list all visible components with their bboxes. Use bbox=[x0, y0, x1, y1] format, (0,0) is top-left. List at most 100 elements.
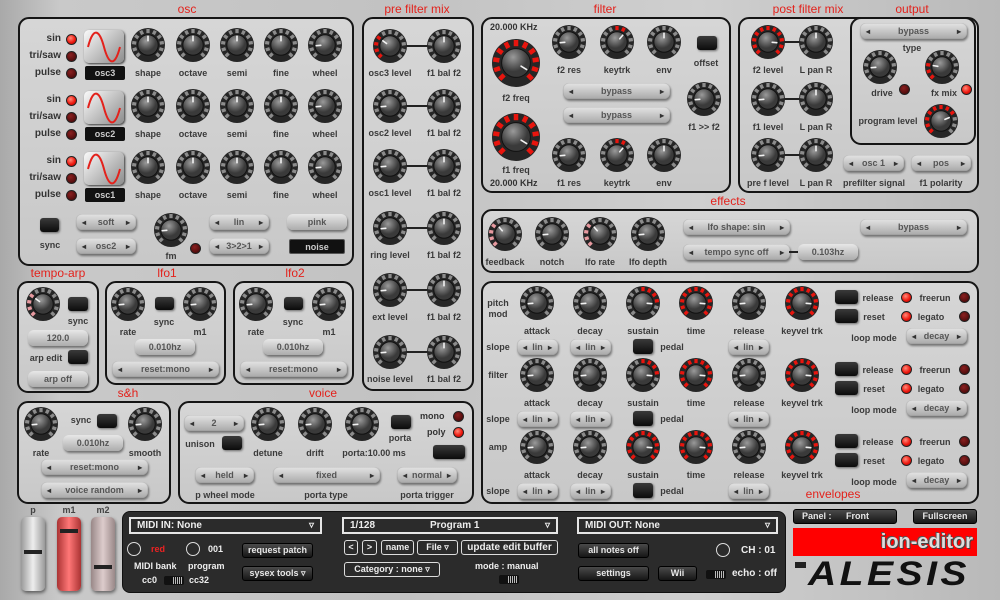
sustain-knob[interactable] bbox=[625, 429, 661, 465]
octave-knob[interactable] bbox=[175, 27, 211, 63]
arrow-right-icon[interactable]: ▸ bbox=[601, 415, 605, 424]
sh-reset-selector[interactable]: ◂ reset:mono ▸ bbox=[41, 459, 148, 475]
f1-bal-f2-knob[interactable] bbox=[426, 334, 462, 370]
decay-slope-selector[interactable]: ◂ lin ▸ bbox=[570, 483, 611, 499]
knob-graphic[interactable] bbox=[372, 272, 408, 308]
release-slope-selector[interactable]: ◂ lin ▸ bbox=[728, 411, 769, 427]
wave-pulse-led[interactable] bbox=[66, 190, 77, 201]
knob-graphic[interactable] bbox=[263, 149, 299, 185]
knob-graphic[interactable] bbox=[297, 406, 333, 442]
wave-tri-saw-led[interactable] bbox=[66, 51, 77, 62]
arrow-right-icon[interactable]: ▸ bbox=[548, 343, 552, 352]
osc-name-button[interactable]: osc2 bbox=[85, 127, 125, 141]
lfo2-m1-knob[interactable] bbox=[311, 286, 347, 322]
fullscreen-button[interactable]: Fullscreen bbox=[913, 509, 977, 524]
sustain-knob[interactable] bbox=[625, 285, 661, 321]
unison-button[interactable] bbox=[222, 436, 242, 450]
f1-polarity-selector[interactable]: ◂ pos ▸ bbox=[911, 155, 971, 171]
pedal-button[interactable] bbox=[633, 411, 653, 426]
time-knob[interactable] bbox=[678, 285, 714, 321]
lfo-rate-knob[interactable] bbox=[582, 216, 618, 252]
knob-graphic[interactable] bbox=[599, 137, 635, 173]
feedback-knob[interactable] bbox=[487, 216, 523, 252]
arrow-left-icon[interactable]: ◂ bbox=[523, 343, 527, 352]
wave-tri-saw-led[interactable] bbox=[66, 173, 77, 184]
release-slope-selector[interactable]: ◂ lin ▸ bbox=[728, 339, 769, 355]
channel-knob[interactable] bbox=[716, 543, 730, 557]
drift-knob[interactable] bbox=[297, 406, 333, 442]
attack-knob[interactable] bbox=[519, 285, 555, 321]
arrow-right-icon[interactable]: ▸ bbox=[759, 343, 763, 352]
f1-bal-f2-knob[interactable] bbox=[426, 88, 462, 124]
knob-graphic[interactable] bbox=[307, 88, 343, 124]
sh-mode-selector[interactable]: ◂ voice random ▸ bbox=[41, 482, 148, 498]
request-patch-button[interactable]: request patch bbox=[242, 543, 313, 558]
sync-mode-selector[interactable]: ◂ soft ▸ bbox=[76, 214, 136, 230]
f1-to-f2-knob[interactable] bbox=[686, 81, 722, 117]
midi-out-dropdown[interactable]: MIDI OUT: None ▿ bbox=[577, 517, 778, 534]
ext-level-knob[interactable] bbox=[372, 272, 408, 308]
knob-graphic[interactable] bbox=[182, 286, 218, 322]
knob-graphic[interactable] bbox=[551, 137, 587, 173]
prev-program-button[interactable]: < bbox=[344, 540, 358, 555]
porta-trigger-selector[interactable]: ◂ normal ▸ bbox=[397, 467, 457, 483]
tempo-field[interactable]: 120.0 bbox=[28, 330, 88, 346]
attack-slope-selector[interactable]: ◂ lin ▸ bbox=[517, 339, 558, 355]
arrow-right-icon[interactable]: ▸ bbox=[957, 404, 961, 413]
shape-knob[interactable] bbox=[130, 149, 166, 185]
knob-graphic[interactable] bbox=[572, 429, 608, 465]
wave-tri-saw-led[interactable] bbox=[66, 112, 77, 123]
pedal-button[interactable] bbox=[633, 339, 653, 354]
f1-bal-f2-knob[interactable] bbox=[426, 272, 462, 308]
knob-graphic[interactable] bbox=[311, 286, 347, 322]
freerun-led[interactable] bbox=[959, 436, 970, 447]
knob-graphic[interactable] bbox=[630, 216, 666, 252]
lfo-shape-selector[interactable]: ◂ lfo shape: sin ▸ bbox=[683, 219, 790, 235]
arrow-left-icon[interactable]: ◂ bbox=[734, 487, 738, 496]
f1-env-knob[interactable] bbox=[646, 137, 682, 173]
loop-mode-selector[interactable]: ◂ decay ▸ bbox=[906, 400, 967, 416]
f1-bal-f2-knob[interactable] bbox=[426, 148, 462, 184]
knob-graphic[interactable] bbox=[175, 27, 211, 63]
sustain-knob[interactable] bbox=[625, 357, 661, 393]
midi-in-dropdown[interactable]: MIDI IN: None ▿ bbox=[129, 517, 322, 534]
shape-knob[interactable] bbox=[130, 88, 166, 124]
porta-type-selector[interactable]: ◂ fixed ▸ bbox=[273, 467, 380, 483]
time-knob[interactable] bbox=[678, 357, 714, 393]
knob-graphic[interactable] bbox=[646, 137, 682, 173]
knob-graphic[interactable] bbox=[750, 24, 786, 60]
panel-select-button[interactable]: Panel : Front bbox=[793, 509, 897, 524]
pan-knob[interactable] bbox=[798, 137, 834, 173]
wave-pulse-led[interactable] bbox=[66, 129, 77, 140]
effects-type-selector[interactable]: ◂ bypass ▸ bbox=[860, 219, 967, 235]
fx-mix-knob[interactable] bbox=[924, 49, 960, 85]
sysex-tools-button[interactable]: sysex tools ▿ bbox=[242, 566, 313, 581]
mode-toggle[interactable] bbox=[499, 575, 519, 584]
arrow-right-icon[interactable]: ▸ bbox=[957, 332, 961, 341]
keyvel-trk-knob[interactable] bbox=[784, 357, 820, 393]
all-notes-off-button[interactable]: all notes off bbox=[578, 543, 649, 558]
f1-bal-f2-knob[interactable] bbox=[426, 28, 462, 64]
effects-rate-readout[interactable]: 0.103hz bbox=[798, 244, 858, 260]
knob-graphic[interactable] bbox=[491, 112, 541, 162]
lfo2-sync-button[interactable] bbox=[284, 297, 303, 310]
output-type-selector[interactable]: ◂ bypass ▸ bbox=[860, 23, 967, 39]
next-program-button[interactable]: > bbox=[362, 540, 377, 555]
knob-graphic[interactable] bbox=[750, 81, 786, 117]
knob-graphic[interactable] bbox=[731, 357, 767, 393]
wheel-p-fader[interactable] bbox=[21, 517, 45, 591]
prefilter-signal-selector[interactable]: ◂ osc 1 ▸ bbox=[843, 155, 904, 171]
arrow-left-icon[interactable]: ◂ bbox=[912, 476, 916, 485]
knob-graphic[interactable] bbox=[487, 216, 523, 252]
knob-graphic[interactable] bbox=[426, 334, 462, 370]
lfo1-rate-knob[interactable] bbox=[110, 286, 146, 322]
reset-button[interactable] bbox=[835, 309, 858, 323]
f2-type-selector[interactable]: ◂ bypass ▸ bbox=[563, 83, 670, 99]
knob-graphic[interactable] bbox=[372, 88, 408, 124]
tempo-sync-selector[interactable]: ◂ tempo sync off ▸ bbox=[683, 244, 790, 260]
release-button[interactable] bbox=[835, 290, 858, 304]
wave-sin-led[interactable] bbox=[66, 34, 77, 45]
fx-mix-led[interactable] bbox=[961, 84, 972, 95]
release-knob[interactable] bbox=[731, 357, 767, 393]
knob-graphic[interactable] bbox=[426, 88, 462, 124]
